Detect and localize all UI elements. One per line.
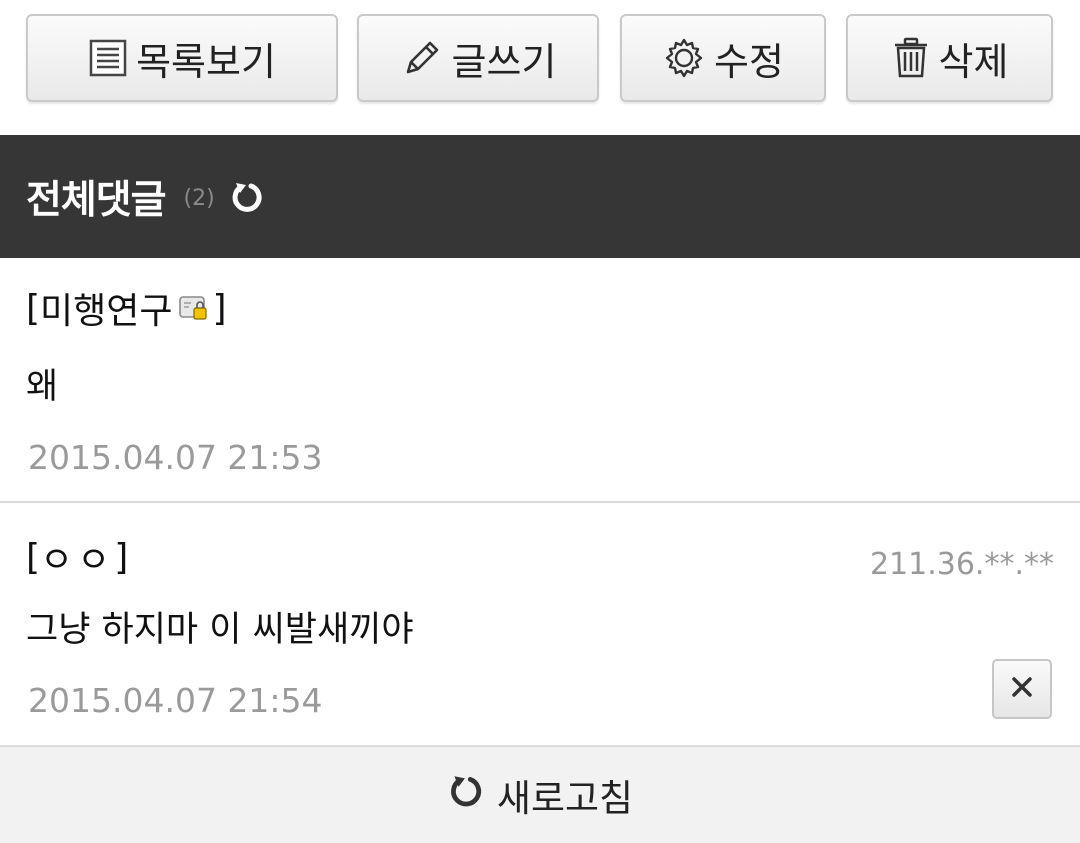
author-name: 미행연구 [40,291,173,332]
author-bracket-open: [ [26,287,41,329]
pencil-icon [400,36,444,80]
comment-item: [ ㅇㅇ ] 211.36.**.** 그냥 하지마 이 씨발새끼야 2015.… [0,503,1080,747]
fixed-nickname-icon [178,295,209,321]
comment-ip: 211.36.**.** [869,547,1054,582]
list-button-label: 목록보기 [136,39,276,84]
author-bracket-close: ] [212,287,227,329]
comment-author: [ 미행연구 ] [26,282,227,334]
author-bracket-close: ] [114,536,129,578]
write-button-label: 글쓰기 [451,39,557,84]
gear-icon [662,36,706,80]
delete-button[interactable]: 삭제 [846,14,1053,102]
comment-item: [ 미행연구 ] 왜 2015.04.07 21:53 [0,258,1080,503]
trash-icon [891,36,931,80]
author-name: ㅇㅇ [40,540,115,581]
list-icon [88,38,128,78]
author-bracket-open: [ [26,536,41,578]
comment-author: [ ㅇㅇ ] [26,531,128,583]
comments-count: (2) [183,186,215,211]
comment-text: 왜 [26,367,59,407]
footer-bar: 새로고침 [0,747,1080,843]
refresh-icon[interactable] [229,179,265,215]
refresh-button[interactable]: 새로고침 [447,768,633,822]
close-icon [1011,676,1033,702]
delete-comment-button[interactable] [992,659,1052,719]
write-button[interactable]: 글쓰기 [357,14,599,102]
comments-header: 전체댓글 (2) [0,135,1080,258]
refresh-icon [447,772,485,819]
delete-button-label: 삭제 [938,39,1009,84]
board-toolbar: 목록보기 글쓰기 수정 삭제 [0,0,1080,135]
comments-title: 전체댓글 [26,177,167,223]
edit-button[interactable]: 수정 [620,14,826,102]
comment-text: 그냥 하지마 이 씨발새끼야 [26,610,414,650]
list-button[interactable]: 목록보기 [26,14,338,102]
comment-timestamp: 2015.04.07 21:53 [28,438,323,477]
edit-button-label: 수정 [714,39,784,84]
comment-timestamp: 2015.04.07 21:54 [28,681,323,720]
refresh-button-label: 새로고침 [496,777,634,820]
